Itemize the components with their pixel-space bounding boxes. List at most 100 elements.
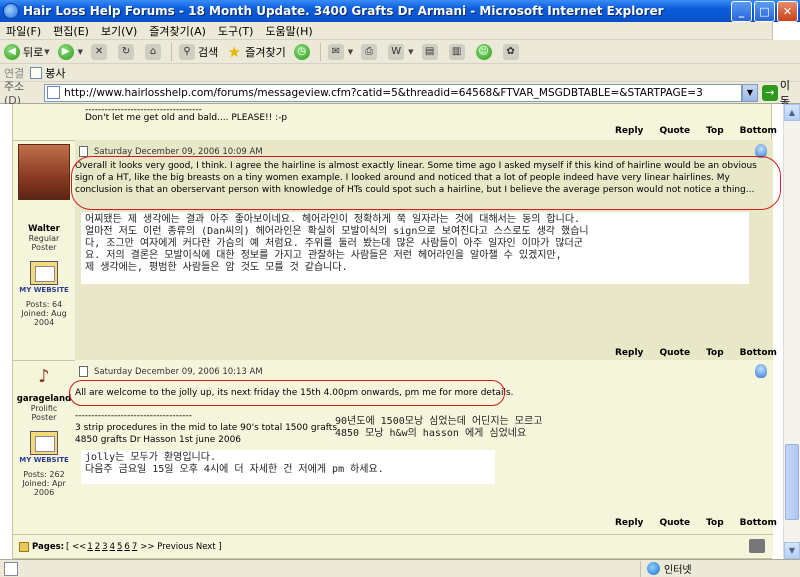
forward-button[interactable]: ▶ ▼ bbox=[54, 41, 87, 63]
globe-icon bbox=[647, 562, 660, 575]
window-title: Hair Loss Help Forums - 18 Month Update.… bbox=[23, 4, 664, 18]
mail-dropdown-icon[interactable]: ▼ bbox=[348, 48, 353, 56]
quote-button[interactable]: Quote bbox=[651, 126, 698, 136]
page-link[interactable]: 5 bbox=[117, 542, 122, 552]
address-dropdown-icon[interactable]: ▼ bbox=[741, 83, 758, 102]
page-icon bbox=[4, 561, 18, 576]
close-button[interactable]: ✕ bbox=[777, 0, 798, 22]
history-button[interactable]: ◷ bbox=[290, 41, 317, 63]
top-button[interactable]: Top bbox=[698, 348, 732, 358]
mail-button[interactable]: ✉ ▼ bbox=[324, 41, 357, 63]
lightbulb-icon[interactable] bbox=[755, 364, 767, 378]
author-name[interactable]: Walter bbox=[13, 224, 75, 234]
signature-translation: 90년도에 1500모낭 심었는데 어딘지는 모르고 4850 모낭 h&w의 … bbox=[335, 416, 543, 439]
messenger-button[interactable]: ☺ bbox=[472, 41, 499, 63]
pages-prefix[interactable]: [ << bbox=[66, 542, 86, 552]
minimize-button[interactable]: _ bbox=[731, 0, 752, 22]
search-button[interactable]: ⚲ 검색 bbox=[175, 41, 222, 63]
research-button[interactable]: ▥ bbox=[445, 41, 472, 63]
back-dropdown-icon[interactable]: ▼ bbox=[44, 48, 49, 56]
mail-icon: ✉ bbox=[327, 43, 344, 60]
menu-bar: 파일(F) 편집(E) 보기(V) 즐겨찾기(A) 도구(T) 도움말(H) bbox=[0, 21, 800, 40]
website-icon[interactable] bbox=[30, 431, 58, 455]
tools-button[interactable]: ✿ bbox=[499, 41, 526, 63]
link-item[interactable]: 봉사 bbox=[45, 65, 65, 81]
back-label: 뒤로 bbox=[23, 45, 44, 59]
author-rank: Regular bbox=[28, 234, 60, 243]
pages-suffix[interactable]: >> Previous Next ] bbox=[140, 542, 221, 552]
post-date: Saturday December 09, 2006 10:09 AM bbox=[94, 146, 263, 157]
signature-divider: ------------------------------------ bbox=[75, 411, 192, 421]
folder-icon bbox=[19, 541, 29, 552]
discuss-button[interactable]: ▤ bbox=[418, 41, 445, 63]
menu-view[interactable]: 보기(V) bbox=[95, 23, 143, 39]
scroll-thumb[interactable] bbox=[785, 444, 799, 520]
bottom-button[interactable]: Bottom bbox=[732, 518, 785, 528]
post1-actions: Reply Quote Top Bottom bbox=[607, 348, 785, 358]
page-link[interactable]: 7 bbox=[132, 542, 137, 552]
refresh-button[interactable]: ↻ bbox=[114, 41, 141, 63]
prev-post-text: Don't let me get old and bald.... PLEASE… bbox=[85, 113, 288, 123]
page-link[interactable]: 1 bbox=[87, 542, 92, 552]
history-icon: ◷ bbox=[293, 43, 310, 60]
page-link[interactable]: 3 bbox=[102, 542, 107, 552]
reply-button[interactable]: Reply bbox=[607, 518, 651, 528]
author-joined: Joined: Apr bbox=[22, 479, 66, 488]
signature-line: 3 strip procedures in the mid to late 90… bbox=[75, 423, 338, 433]
address-url[interactable]: http://www.hairlosshelp.com/forums/messa… bbox=[64, 87, 703, 99]
scroll-down-button[interactable]: ▼ bbox=[784, 542, 800, 559]
pagination-bar: Pages: [ << 1 2 3 4 5 6 7 >> Previous Ne… bbox=[13, 534, 773, 558]
author-joined: Joined: Aug bbox=[21, 309, 67, 318]
avatar bbox=[18, 144, 70, 200]
maximize-button[interactable]: □ bbox=[754, 0, 775, 22]
quote-button[interactable]: Quote bbox=[651, 518, 698, 528]
page-link[interactable]: 2 bbox=[95, 542, 100, 552]
website-icon[interactable] bbox=[30, 261, 58, 285]
forward-dropdown-icon[interactable]: ▼ bbox=[78, 48, 83, 56]
page-link[interactable]: 6 bbox=[124, 542, 129, 552]
top-button[interactable]: Top bbox=[698, 518, 732, 528]
favorites-button[interactable]: ★ 즐겨찾기 bbox=[222, 41, 289, 63]
bottom-button[interactable]: Bottom bbox=[732, 348, 785, 358]
page-icon bbox=[30, 66, 43, 79]
scroll-up-button[interactable]: ▲ bbox=[784, 104, 800, 121]
windows-logo-icon bbox=[772, 21, 800, 40]
prev-post-actions: Reply Quote Top Bottom bbox=[607, 126, 785, 136]
author-rank: Poster bbox=[31, 243, 57, 252]
quote-button[interactable]: Quote bbox=[651, 348, 698, 358]
menu-help[interactable]: 도움말(H) bbox=[259, 23, 318, 39]
reply-button[interactable]: Reply bbox=[607, 126, 651, 136]
back-arrow-icon: ◀ bbox=[4, 43, 20, 60]
stop-button[interactable]: ✕ bbox=[87, 41, 114, 63]
author-name[interactable]: garageland bbox=[13, 394, 75, 404]
go-arrow-icon: → bbox=[761, 84, 778, 101]
print-button[interactable]: ⎙ bbox=[357, 41, 384, 63]
top-button[interactable]: Top bbox=[698, 126, 732, 136]
post1-translation: 어찌됐든 제 생각에는 결과 아주 좋아보이네요. 헤어라인이 정확하게 쭉 일… bbox=[81, 212, 749, 284]
printer-icon[interactable] bbox=[749, 539, 765, 553]
menu-edit[interactable]: 편집(E) bbox=[47, 23, 95, 39]
menu-file[interactable]: 파일(F) bbox=[0, 23, 47, 39]
annotation-circle bbox=[69, 380, 505, 406]
search-icon: ⚲ bbox=[179, 43, 196, 60]
website-link[interactable]: MY WEBSITE bbox=[13, 286, 75, 294]
bottom-button[interactable]: Bottom bbox=[732, 126, 785, 136]
vertical-scrollbar[interactable]: ▲ ▼ bbox=[783, 104, 800, 559]
links-bar: 연결 봉사 bbox=[0, 64, 800, 82]
back-button[interactable]: ◀ 뒤로 ▼ bbox=[0, 41, 54, 63]
edit-dropdown-icon[interactable]: ▼ bbox=[408, 48, 413, 56]
edit-button[interactable]: W ▼ bbox=[384, 41, 417, 63]
home-button[interactable]: ⌂ bbox=[141, 41, 168, 63]
address-input[interactable]: http://www.hairlosshelp.com/forums/messa… bbox=[44, 83, 742, 102]
document-icon bbox=[79, 366, 88, 377]
book-icon: ▥ bbox=[448, 43, 465, 60]
website-link[interactable]: MY WEBSITE bbox=[13, 456, 75, 464]
page-link[interactable]: 4 bbox=[110, 542, 115, 552]
menu-favorites[interactable]: 즐겨찾기(A) bbox=[143, 23, 212, 39]
menu-tools[interactable]: 도구(T) bbox=[212, 23, 260, 39]
toolbar-divider bbox=[171, 42, 173, 61]
page-icon bbox=[47, 86, 61, 99]
reply-button[interactable]: Reply bbox=[607, 348, 651, 358]
security-zone: 인터넷 bbox=[640, 560, 800, 577]
post2-translation: jolly는 모두가 환영입니다. 다음주 금요일 15일 오후 4시에 더 자… bbox=[81, 450, 495, 484]
